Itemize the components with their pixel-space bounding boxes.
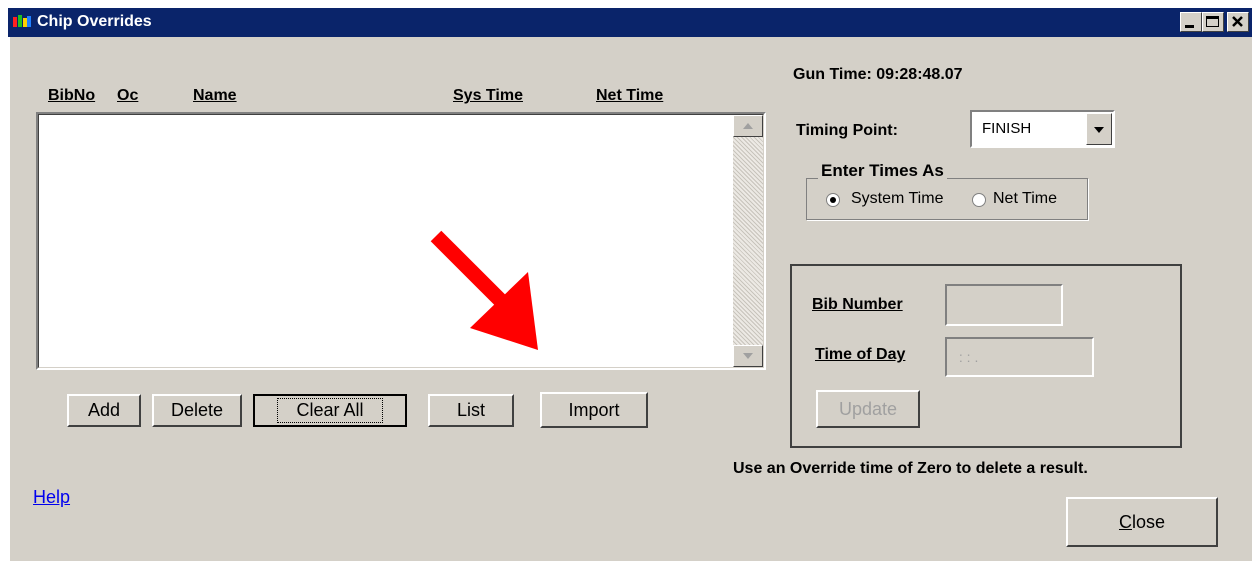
override-zero-note: Use an Override time of Zero to delete a… bbox=[733, 460, 1088, 477]
bib-number-field[interactable] bbox=[945, 284, 1063, 326]
close-button[interactable]: Close bbox=[1066, 497, 1218, 547]
timing-point-select[interactable]: FINISH bbox=[970, 110, 1115, 148]
window-title: Chip Overrides bbox=[37, 13, 152, 30]
minimize-icon bbox=[1185, 25, 1194, 28]
close-label-rest: lose bbox=[1131, 511, 1166, 532]
column-header-oc[interactable]: Oc bbox=[117, 87, 138, 105]
time-of-day-field[interactable]: : : . bbox=[945, 337, 1094, 377]
time-of-day-label: Time of Day bbox=[815, 346, 906, 363]
maximize-button[interactable] bbox=[1202, 12, 1224, 32]
delete-button[interactable]: Delete bbox=[152, 394, 242, 427]
system-time-label[interactable]: System Time bbox=[851, 190, 943, 208]
add-button[interactable]: Add bbox=[67, 394, 141, 427]
overrides-list[interactable] bbox=[36, 112, 766, 370]
system-time-radio[interactable] bbox=[826, 193, 840, 207]
enter-times-title: Enter Times As bbox=[818, 161, 947, 181]
scroll-down-button[interactable] bbox=[733, 345, 763, 367]
column-header-name[interactable]: Name bbox=[193, 87, 237, 105]
close-window-button[interactable] bbox=[1227, 12, 1249, 32]
maximize-icon bbox=[1206, 16, 1219, 27]
help-link[interactable]: Help bbox=[33, 487, 70, 508]
scroll-down-icon bbox=[743, 353, 753, 359]
scroll-up-button[interactable] bbox=[733, 115, 763, 137]
red-arrow-annotation bbox=[430, 230, 538, 350]
timing-point-label: Timing Point: bbox=[796, 122, 898, 139]
close-icon bbox=[1232, 16, 1243, 27]
list-area bbox=[38, 114, 764, 368]
title-bar[interactable]: Chip Overrides bbox=[8, 8, 1252, 37]
timing-point-dropdown-button[interactable] bbox=[1086, 113, 1112, 145]
net-time-radio[interactable] bbox=[972, 193, 986, 207]
app-icon bbox=[12, 13, 32, 31]
chevron-down-icon bbox=[1094, 127, 1104, 133]
timing-point-value: FINISH bbox=[982, 120, 1032, 137]
gun-time-readout: Gun Time: 09:28:48.07 bbox=[793, 66, 963, 83]
column-header-bibno[interactable]: BibNo bbox=[48, 87, 95, 105]
time-of-day-mask: : : . bbox=[955, 349, 979, 365]
vertical-scrollbar[interactable] bbox=[733, 115, 763, 367]
clear-all-label: Clear All bbox=[277, 398, 383, 423]
list-button[interactable]: List bbox=[428, 394, 514, 427]
column-header-net-time[interactable]: Net Time bbox=[596, 87, 663, 105]
scroll-up-icon bbox=[743, 123, 753, 129]
column-header-sys-time[interactable]: Sys Time bbox=[453, 87, 523, 105]
update-button[interactable]: Update bbox=[816, 390, 920, 428]
import-button[interactable]: Import bbox=[540, 392, 648, 428]
minimize-button[interactable] bbox=[1180, 12, 1202, 32]
close-mnemonic: C bbox=[1118, 511, 1132, 532]
net-time-label[interactable]: Net Time bbox=[993, 190, 1057, 208]
bib-number-label: Bib Number bbox=[812, 296, 903, 313]
clear-all-button[interactable]: Clear All bbox=[253, 394, 407, 427]
